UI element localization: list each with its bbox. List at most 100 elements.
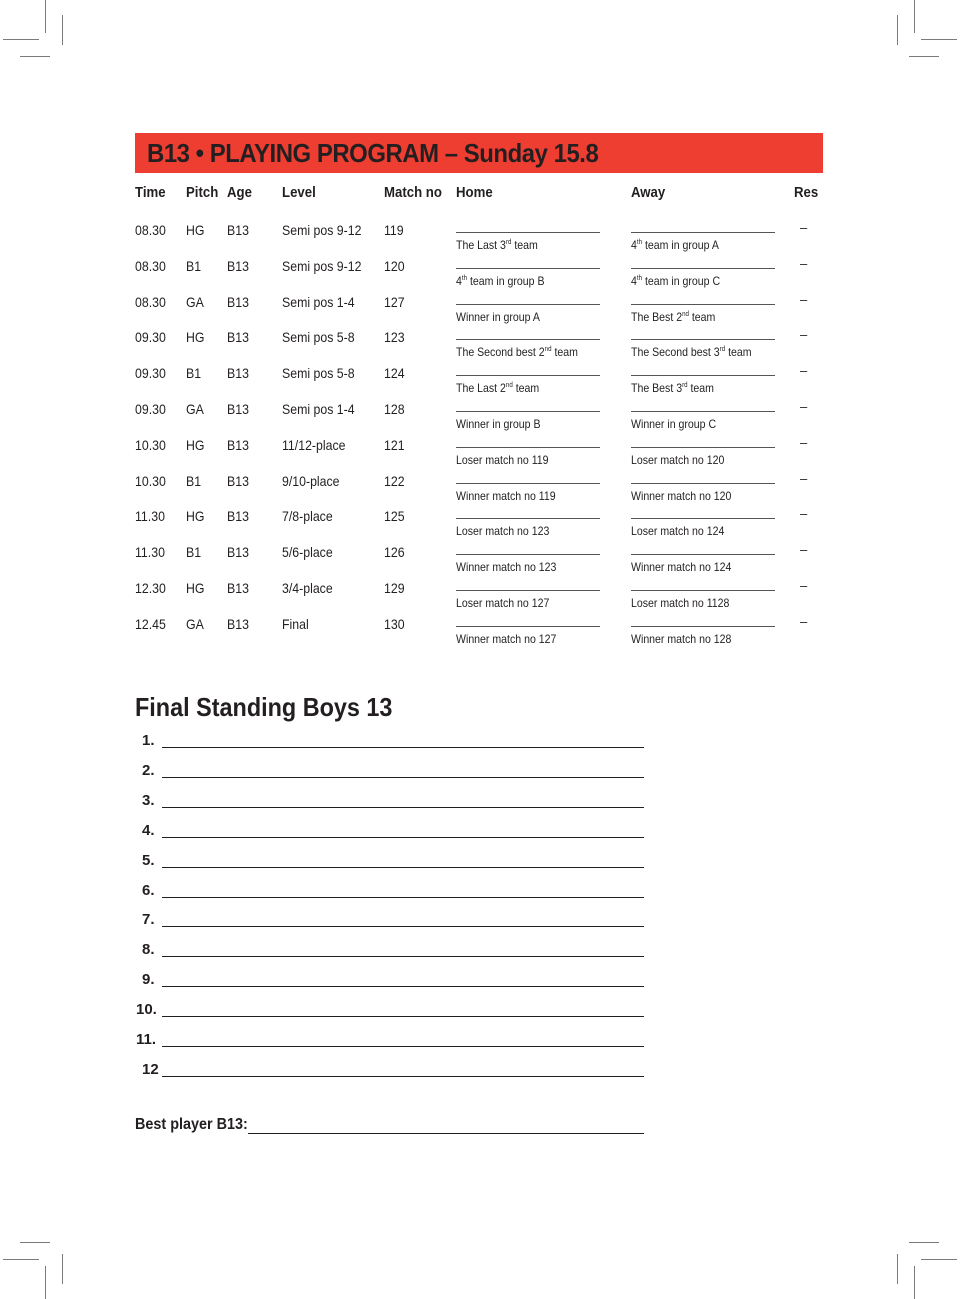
home-team-field[interactable] xyxy=(456,554,600,556)
standing-team-field[interactable] xyxy=(162,836,644,838)
best-player-field[interactable] xyxy=(248,1133,644,1134)
home-team-field[interactable] xyxy=(456,267,600,269)
standing-team-field[interactable] xyxy=(162,1016,644,1018)
home-team-label: Winner in group B xyxy=(456,417,541,431)
page-title: B13 • PLAYING PROGRAM – Sunday 15.8 xyxy=(147,138,599,168)
match-number: 119 xyxy=(384,222,404,238)
home-team-field[interactable] xyxy=(456,518,600,520)
home-team-field[interactable] xyxy=(456,339,600,341)
rank-number: 8. xyxy=(142,941,155,959)
label-text: Loser match no 124 xyxy=(631,524,725,539)
standing-team-field[interactable] xyxy=(162,956,644,958)
away-team-label: Loser match no 1128 xyxy=(631,596,729,610)
result-field[interactable]: – xyxy=(800,363,807,378)
match-number: 127 xyxy=(384,293,405,310)
away-team-label: Winner match no 124 xyxy=(631,560,731,574)
label-text: team in group B xyxy=(467,273,545,288)
standing-team-field[interactable] xyxy=(162,896,644,898)
column-header-away: Away xyxy=(631,184,666,201)
standing-team-field[interactable] xyxy=(162,866,644,868)
label-text: Winner match no 127 xyxy=(456,631,557,646)
away-team-field[interactable] xyxy=(631,339,775,341)
match-pitch: HG xyxy=(186,508,205,525)
result-field[interactable]: – xyxy=(800,399,807,414)
away-team-field[interactable] xyxy=(631,267,775,269)
result-field[interactable]: – xyxy=(800,292,807,307)
home-team-field[interactable] xyxy=(456,625,600,627)
label-text: Winner match no 120 xyxy=(631,488,732,503)
rank-number: 11. xyxy=(136,1031,157,1048)
rank-number: 10. xyxy=(136,1001,157,1019)
rank-number: 7. xyxy=(142,911,155,929)
away-team-field[interactable] xyxy=(631,590,775,591)
standing-team-field[interactable] xyxy=(162,776,644,778)
match-level: 9/10-place xyxy=(282,472,340,489)
home-team-field[interactable] xyxy=(456,232,600,233)
result-field[interactable]: – xyxy=(800,614,807,629)
label-text: The Best 3 xyxy=(631,381,683,396)
home-team-label: Winner in group A xyxy=(456,310,540,324)
home-team-field[interactable] xyxy=(456,411,600,412)
standing-team-field[interactable] xyxy=(162,986,644,988)
rank-number: 9. xyxy=(142,971,155,989)
away-team-field[interactable] xyxy=(631,625,775,627)
crop-mark xyxy=(914,1266,915,1299)
standing-team-field[interactable] xyxy=(162,1075,644,1077)
label-text: Loser match no 127 xyxy=(456,596,550,610)
match-level: Semi pos 9-12 xyxy=(282,257,362,274)
label-text: Loser match no 123 xyxy=(456,524,550,539)
label-text: Winner match no 119 xyxy=(456,488,556,503)
match-level: 11/12-place xyxy=(282,436,346,453)
match-age: B13 xyxy=(227,365,249,382)
match-pitch: B1 xyxy=(186,365,202,382)
away-team-field[interactable] xyxy=(631,518,775,520)
away-team-field[interactable] xyxy=(631,554,775,556)
match-number: 126 xyxy=(384,544,405,561)
home-team-field[interactable] xyxy=(456,303,600,305)
crop-mark xyxy=(62,1254,63,1284)
result-field[interactable]: – xyxy=(800,506,807,521)
match-time: 11.30 xyxy=(135,544,165,561)
result-field[interactable]: – xyxy=(800,471,807,486)
match-level: Semi pos 9-12 xyxy=(282,222,362,238)
crop-mark xyxy=(62,15,63,45)
away-team-field[interactable] xyxy=(631,482,775,484)
result-field[interactable]: – xyxy=(800,327,807,342)
standing-team-field[interactable] xyxy=(162,1046,644,1047)
result-field[interactable]: – xyxy=(800,435,807,450)
result-field[interactable]: – xyxy=(800,578,807,593)
away-team-field[interactable] xyxy=(631,303,775,305)
crop-mark xyxy=(897,1254,898,1284)
match-pitch: GA xyxy=(186,401,204,417)
match-level: Semi pos 5-8 xyxy=(282,365,355,382)
away-team-field[interactable] xyxy=(631,446,775,448)
away-team-field[interactable] xyxy=(631,375,775,377)
match-time: 10.30 xyxy=(135,436,166,453)
home-team-field[interactable] xyxy=(456,375,600,377)
crop-mark xyxy=(3,39,39,40)
match-age: B13 xyxy=(227,508,249,525)
standing-team-field[interactable] xyxy=(162,806,644,808)
label-text: Winner match no 124 xyxy=(631,560,732,575)
home-team-field[interactable] xyxy=(456,446,600,448)
result-field[interactable]: – xyxy=(800,256,807,271)
result-field[interactable]: – xyxy=(800,542,807,557)
label-text: team xyxy=(725,345,752,360)
label-text: The Second best 2 xyxy=(456,345,545,360)
away-team-field[interactable] xyxy=(631,232,775,233)
match-time: 08.30 xyxy=(135,222,166,238)
result-field[interactable]: – xyxy=(800,220,807,235)
home-team-field[interactable] xyxy=(456,590,600,591)
ordinal-suffix: nd xyxy=(505,382,513,390)
home-team-field[interactable] xyxy=(456,482,600,484)
home-team-label: 4th team in group B xyxy=(456,274,545,288)
standing-team-field[interactable] xyxy=(162,926,644,928)
crop-mark xyxy=(45,0,46,33)
standing-team-field[interactable] xyxy=(162,747,644,748)
away-team-field[interactable] xyxy=(631,411,775,412)
crop-mark xyxy=(909,56,939,57)
match-time: 12.30 xyxy=(135,580,166,596)
away-team-label: Winner match no 120 xyxy=(631,489,731,503)
away-team-label: Loser match no 124 xyxy=(631,524,724,538)
match-level: 5/6-place xyxy=(282,544,333,561)
